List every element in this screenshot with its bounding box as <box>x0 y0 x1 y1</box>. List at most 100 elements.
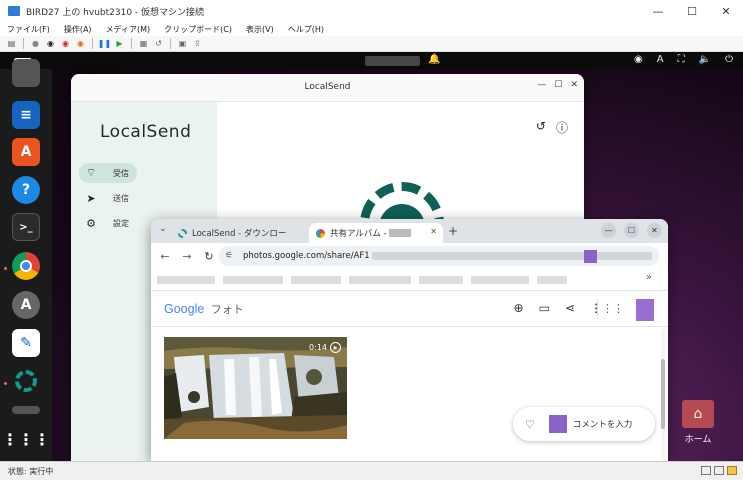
vm-connect-icon <box>8 6 20 16</box>
tab-title: LocalSend - ダウンロー <box>192 229 287 239</box>
resume-icon[interactable]: ▶ <box>114 38 125 49</box>
chrome-icon[interactable] <box>12 252 40 280</box>
keyboard-layout[interactable]: A <box>657 54 664 65</box>
host-toolbar: ▤ ● ◉ ◉ ◉ ❚❚ ▶ ▦ ↺ ▣ ⇪ <box>0 36 743 52</box>
app-center-icon[interactable]: A <box>12 138 40 166</box>
menu-media[interactable]: メディア(M) <box>99 24 158 35</box>
clock[interactable] <box>365 56 420 66</box>
bookmark-item[interactable] <box>419 276 463 284</box>
history-icon[interactable]: ↺ <box>536 119 546 136</box>
close-tab-icon[interactable]: ✕ <box>430 227 437 236</box>
wifi-icon: ⌔ <box>85 166 97 179</box>
chrome-maximize-button[interactable]: ☐ <box>624 223 639 238</box>
share-icon[interactable]: ⋖ <box>565 301 575 315</box>
terminal-icon[interactable]: >_ <box>12 213 40 241</box>
menu-help[interactable]: ヘルプ(H) <box>281 24 331 35</box>
home-folder-label: ホーム <box>684 435 712 445</box>
scrollbar[interactable] <box>661 329 665 459</box>
chrome-close-button[interactable]: ✕ <box>647 223 662 238</box>
text-editor-icon[interactable]: ✎ <box>12 329 40 357</box>
turn-off-icon[interactable]: ◉ <box>45 38 56 49</box>
minimize-button[interactable]: — <box>641 0 675 22</box>
add-photos-icon[interactable]: ⊕ <box>514 301 524 315</box>
menu-file[interactable]: ファイル(F) <box>0 24 57 35</box>
reload-button[interactable]: ↻ <box>201 250 217 263</box>
menu-action[interactable]: 操作(A) <box>57 24 99 35</box>
new-tab-button[interactable]: + <box>448 224 458 238</box>
bookmark-item[interactable] <box>223 276 283 284</box>
google-apps-icon[interactable]: ⋮⋮⋮ <box>591 302 624 315</box>
ls-maximize-button[interactable]: ☐ <box>554 80 562 90</box>
comments-icon[interactable]: ▭ <box>539 301 550 315</box>
shutdown-icon[interactable]: ◉ <box>60 38 71 49</box>
notification-icon[interactable]: 🔔 <box>428 54 440 65</box>
enhanced-session-icon[interactable]: ▣ <box>177 38 188 49</box>
video-duration-badge: 0:14 ▶ <box>309 342 341 353</box>
chrome-minimize-button[interactable]: — <box>601 223 616 238</box>
localsend-icon[interactable] <box>12 367 40 395</box>
ubuntu-dock: ≡ A ? >_ A ✎ ⋮⋮⋮ <box>0 59 52 461</box>
pause-icon[interactable]: ❚❚ <box>98 38 111 49</box>
tab-strip: ⌄ LocalSend - ダウンロー 共有アルバム - ✕ + — ☐ ✕ <box>151 219 668 243</box>
commenter-avatar <box>548 415 567 433</box>
ls-minimize-button[interactable]: — <box>537 80 546 90</box>
menu-clipboard[interactable]: クリップボード(C) <box>157 24 239 35</box>
site-info-icon[interactable]: ⚟ <box>225 251 239 261</box>
google-photos-logo[interactable]: Google フォト <box>164 301 244 317</box>
bookmark-item[interactable] <box>471 276 529 284</box>
share-icon[interactable]: ⇪ <box>192 38 203 49</box>
close-button[interactable]: ✕ <box>709 0 743 22</box>
nav-receive[interactable]: ⌔ 受信 <box>79 163 137 183</box>
host-window-title: BIRD27 上の hvubt2310 - 仮想マシン接続 <box>26 7 205 18</box>
volume-icon[interactable]: 🔈 <box>699 54 711 65</box>
revert-icon[interactable]: ↺ <box>153 38 164 49</box>
address-bar[interactable]: ⚟ photos.google.com/share/AF1 <box>219 246 659 266</box>
nav-send[interactable]: ➤ 送信 <box>79 188 209 208</box>
software-updater-icon[interactable]: A <box>12 291 40 319</box>
ls-close-button[interactable]: ✕ <box>570 80 578 90</box>
account-avatar[interactable] <box>636 299 654 321</box>
vm-status-text: 状態: 実行中 <box>8 466 54 476</box>
dock-partial-app-icon[interactable] <box>12 59 40 87</box>
tab-localsend[interactable]: LocalSend - ダウンロー <box>171 223 306 243</box>
ctrl-alt-del-icon[interactable]: ▤ <box>6 38 17 49</box>
google-wordmark: Google <box>164 302 205 316</box>
waterfall-video-thumbnail[interactable]: 0:14 ▶ <box>164 337 347 439</box>
network-icon[interactable]: ⛶ <box>678 54 685 65</box>
writer-icon[interactable]: ≡ <box>12 101 40 129</box>
heart-icon[interactable]: ♡ <box>525 418 535 431</box>
bookmark-item[interactable] <box>349 276 411 284</box>
localsend-tray-icon[interactable]: ◉ <box>634 54 643 65</box>
show-apps-icon[interactable]: ⋮⋮⋮ <box>2 425 50 453</box>
url-text: photos.google.com/share/AF1 <box>243 251 370 261</box>
checkpoint-icon[interactable]: ▦ <box>138 38 149 49</box>
profile-avatar[interactable] <box>584 250 597 263</box>
menu-view[interactable]: 表示(V) <box>239 24 281 35</box>
forward-button[interactable]: → <box>179 250 195 263</box>
back-button[interactable]: ← <box>157 250 173 263</box>
scrollbar-thumb[interactable] <box>661 359 665 429</box>
maximize-button[interactable]: ☐ <box>675 0 709 22</box>
home-folder-icon: ⌂ <box>682 400 714 428</box>
gear-icon: ⚙ <box>86 216 96 230</box>
host-titlebar: BIRD27 上の hvubt2310 - 仮想マシン接続 — ☐ ✕ <box>0 0 743 22</box>
tab-shared-album[interactable]: 共有アルバム - ✕ <box>309 223 443 243</box>
bookmarks-bar: » <box>151 269 668 291</box>
bookmark-item[interactable] <box>157 276 215 284</box>
chrome-toolbar: ← → ↻ ⚟ photos.google.com/share/AF1 <box>151 243 668 269</box>
help-icon[interactable]: ? <box>12 176 40 204</box>
comment-input[interactable]: コメントを入力 <box>573 418 633 430</box>
start-icon[interactable]: ● <box>30 38 41 49</box>
desktop-home-folder[interactable]: ⌂ ホーム <box>680 400 716 445</box>
lock-status-icon <box>727 466 737 475</box>
album-content: 0:14 ▶ ♡ コメントを入力 <box>151 327 668 461</box>
tab-title: 共有アルバム - <box>330 229 387 239</box>
bookmarks-overflow-icon[interactable]: » <box>646 272 652 283</box>
power-icon[interactable]: ⏻ <box>725 54 733 65</box>
info-icon[interactable]: ⓘ <box>556 119 568 136</box>
bookmark-item[interactable] <box>291 276 341 284</box>
bookmark-item[interactable] <box>537 276 567 284</box>
power-icon[interactable]: ◉ <box>75 38 86 49</box>
dock-partial-app-icon-2[interactable] <box>12 406 40 414</box>
comment-bar[interactable]: ♡ コメントを入力 <box>513 407 655 441</box>
